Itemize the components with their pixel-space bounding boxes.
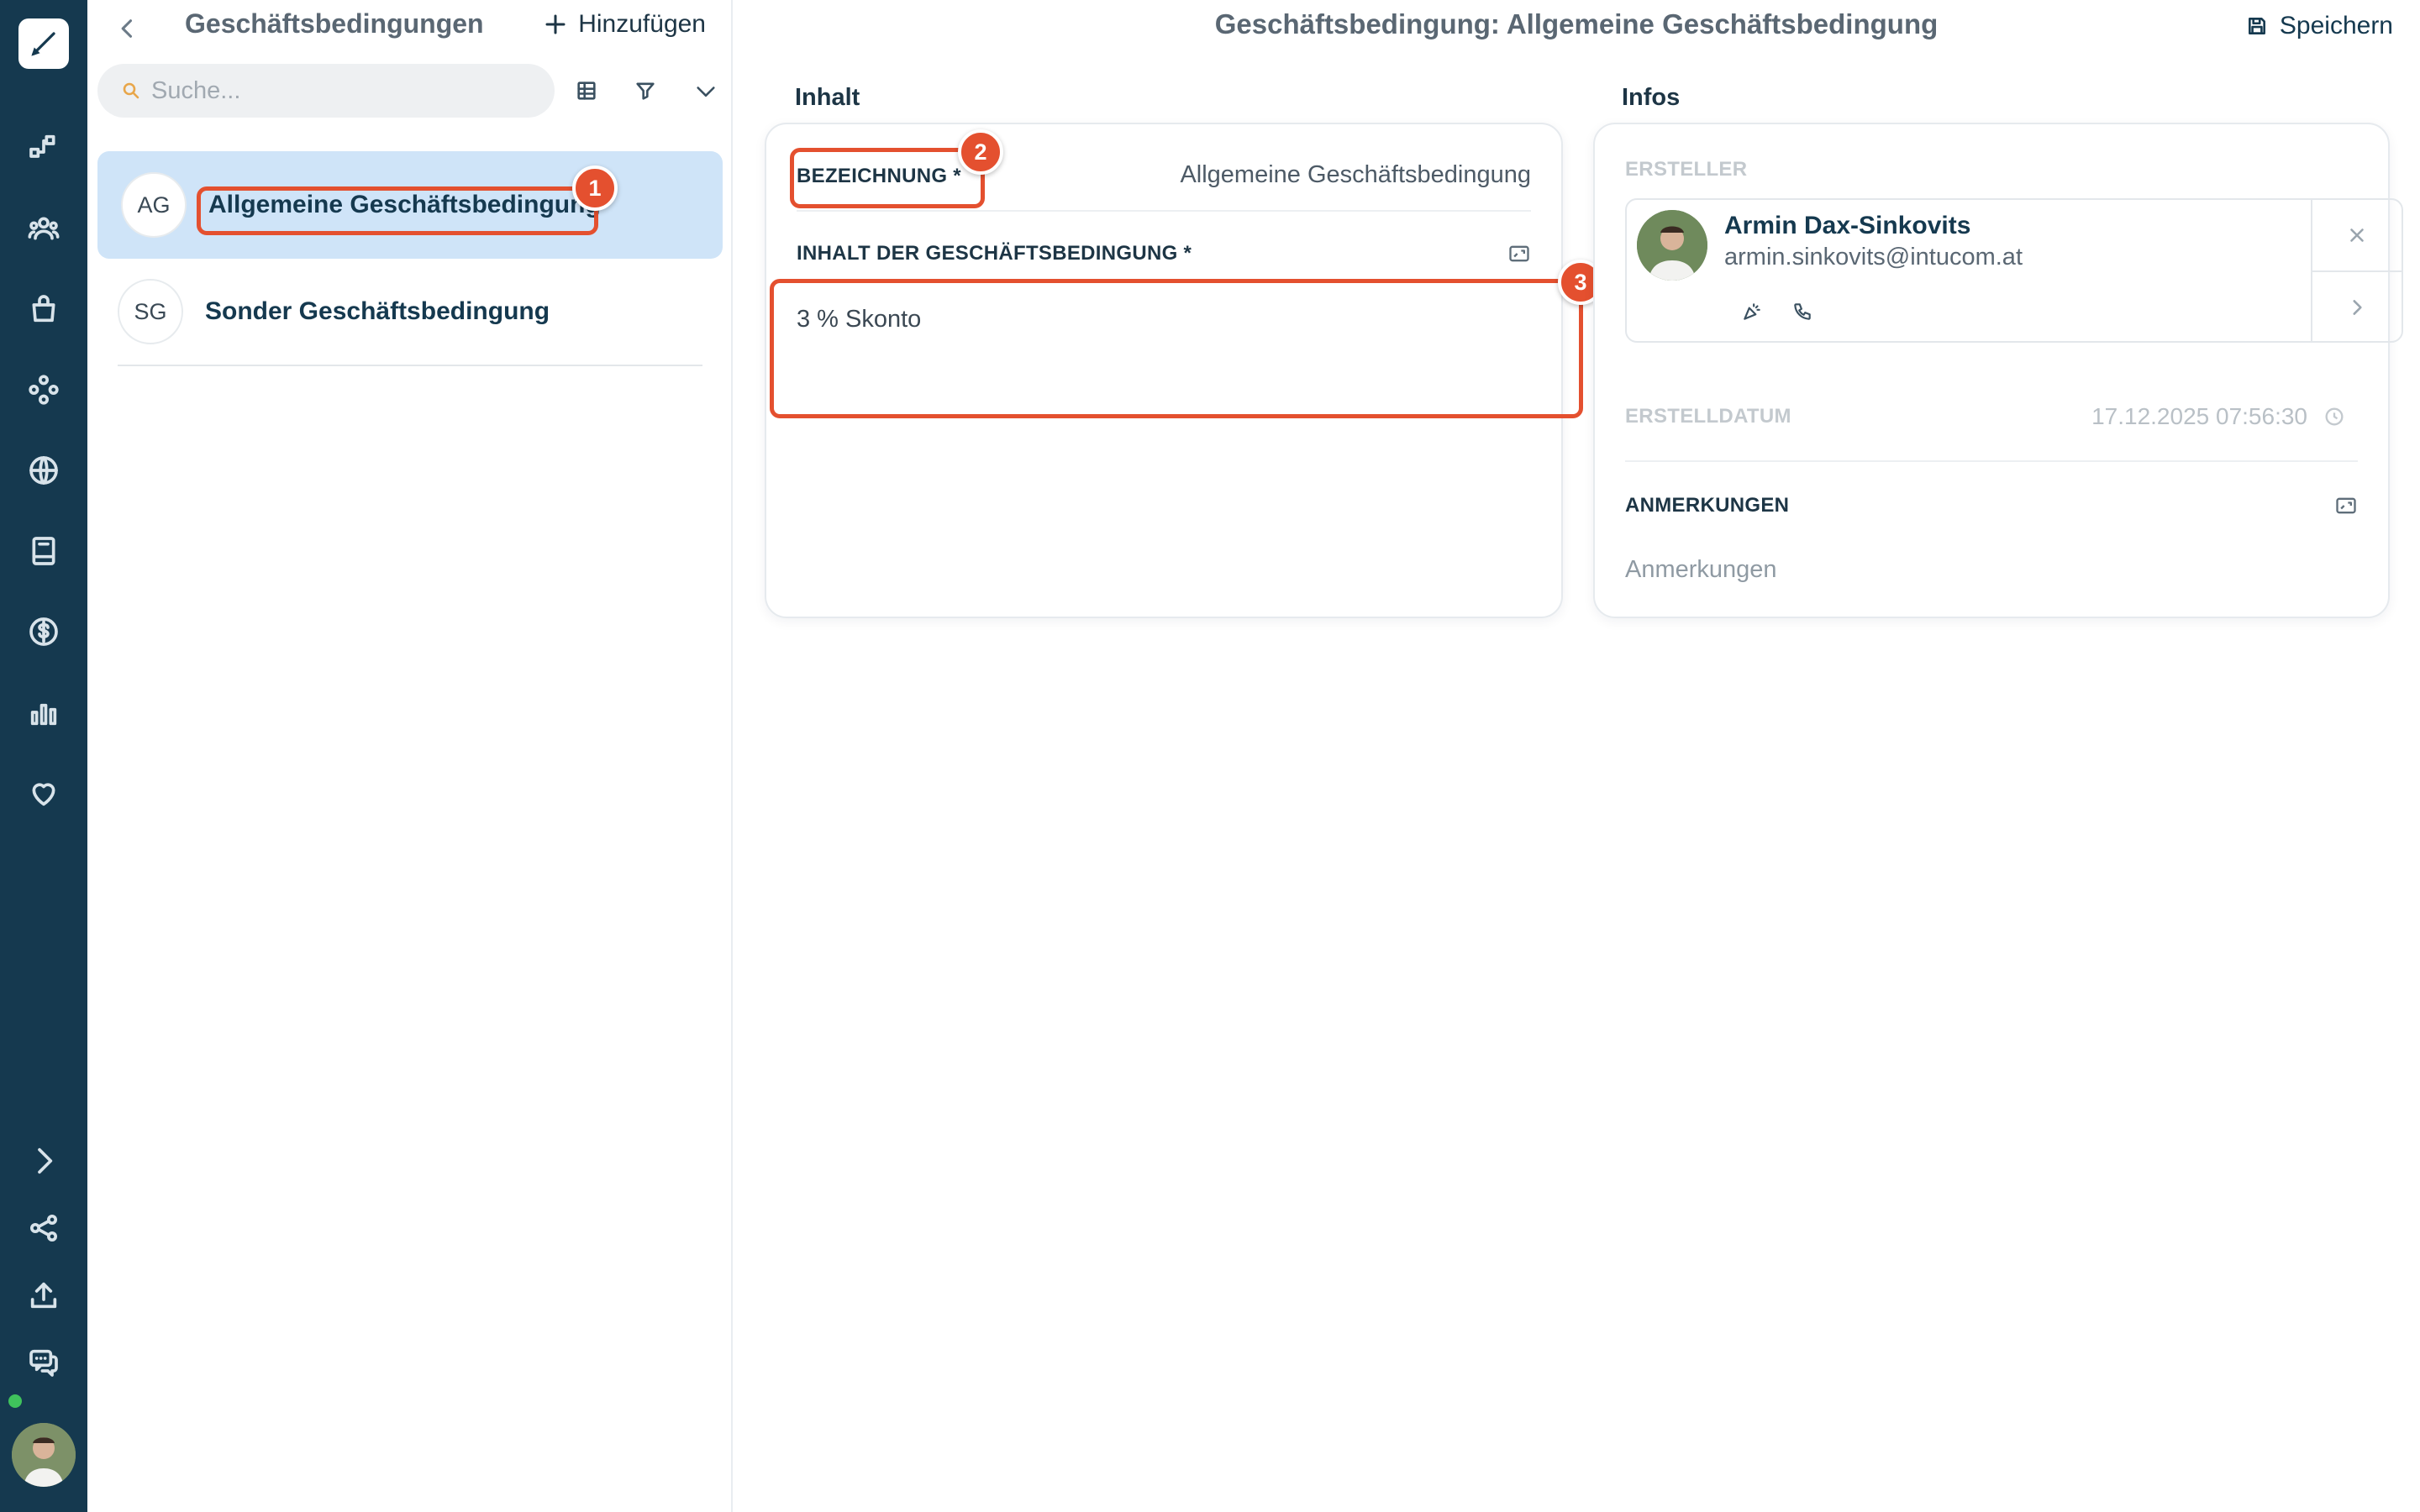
chevron-left-icon [121,19,133,38]
divider [797,210,1531,212]
expand-editor-icon[interactable] [1507,242,1531,265]
plus-icon [545,14,566,34]
list-item-name: Sonder Geschäftsbedingung [205,297,550,325]
highlight-box-3 [770,279,1583,418]
add-label: Hinzufügen [578,10,706,38]
table-view-button[interactable] [570,74,603,108]
share-icon[interactable] [22,1206,66,1250]
upload-icon[interactable] [22,1273,66,1317]
anmerkungen-label: ANMERKUNGEN [1625,494,1790,517]
highlight-box-2 [790,148,985,208]
search-box[interactable] [97,64,555,118]
phone-icon[interactable] [1791,301,1815,324]
creator-email[interactable]: armin.sinkovits@intucom.at [1724,244,2023,271]
globe-icon[interactable] [22,449,66,492]
initials-badge: AG [121,172,187,238]
bezeichnung-value[interactable]: Allgemeine Geschäftsbedingung [1180,161,1531,189]
open-creator-button[interactable] [2311,272,2402,343]
creator-name[interactable]: Armin Dax-Sinkovits [1724,212,1970,240]
section-label-inhalt: Inhalt [795,84,860,111]
chart-icon[interactable] [22,690,66,734]
chevron-down-icon [697,87,715,97]
dollar-icon[interactable] [22,610,66,654]
chat-icon[interactable] [22,1341,66,1384]
users-icon[interactable] [22,207,66,250]
expand-button[interactable] [689,74,723,108]
bag-icon[interactable] [22,287,66,331]
chevron-right-icon [2353,300,2362,315]
flow-icon[interactable] [22,126,66,170]
anmerkungen-input[interactable]: Anmerkungen [1625,556,1777,584]
infos-card: ERSTELLER ERSTELLDATUM 17.12.2025 07:56:… [1593,123,2390,618]
modules-icon[interactable] [22,368,66,412]
expand-editor-icon[interactable] [2334,494,2358,517]
list-title: Geschäftsbedingungen [185,8,484,39]
back-button[interactable] [111,12,145,45]
add-button[interactable]: Hinzufügen [543,10,706,39]
save-label: Speichern [2279,12,2393,39]
filter-button[interactable] [629,74,662,108]
celebrate-icon[interactable] [1741,301,1765,324]
annotation-marker-2: 2 [958,129,1003,175]
save-button[interactable]: Speichern [2246,12,2393,40]
erstelldatum-label: ERSTELLDATUM [1625,405,1791,428]
pencil-icon [31,32,55,56]
heart-icon[interactable] [22,771,66,815]
divider [1625,460,2358,462]
search-icon [123,82,139,99]
floppy-icon [2248,18,2265,34]
clock-icon [2323,405,2346,428]
page-title: Geschäftsbedingung: Allgemeine Geschäfts… [1214,8,1939,39]
user-avatar[interactable] [12,1423,76,1487]
app-rail [0,0,87,1512]
book-icon[interactable] [22,529,66,573]
chevron-right-icon[interactable] [22,1139,66,1183]
creator-card: Armin Dax-Sinkovits armin.sinkovits@intu… [1625,198,2403,343]
remove-creator-button[interactable] [2311,200,2402,272]
erstelldatum-value: 17.12.2025 07:56:30 [2091,403,2307,429]
table-icon [577,81,596,100]
app-logo[interactable] [18,18,69,69]
ersteller-label: ERSTELLER [1625,158,1748,181]
highlight-box-1 [197,186,598,235]
annotation-marker-1: 1 [572,165,618,211]
inhalt-label: INHALT DER GESCHÄFTSBEDINGUNG * [797,242,1192,265]
initials-badge: SG [118,279,183,344]
list-item[interactable]: SG Sonder Geschäftsbedingung [118,259,702,366]
section-label-infos: Infos [1622,84,1681,111]
creator-avatar [1637,210,1707,281]
online-status-dot [8,1394,22,1408]
close-icon [2350,228,2364,242]
search-input[interactable] [151,76,504,105]
filter-icon [636,82,655,100]
